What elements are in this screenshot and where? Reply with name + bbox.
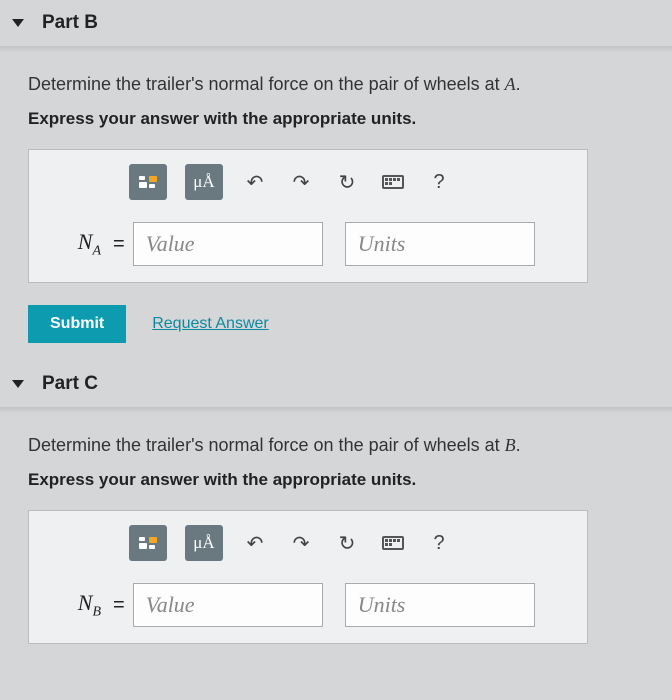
reset-icon: ↻ — [339, 531, 356, 556]
part-b-prompt-var: A — [505, 74, 516, 94]
templates-icon — [139, 537, 157, 549]
undo-icon: ↶ — [247, 531, 264, 556]
var-symbol: N — [78, 590, 93, 615]
part-b-prompt-suffix: . — [516, 74, 521, 94]
redo-button[interactable]: ↷ — [287, 168, 315, 196]
help-button[interactable]: ? — [425, 529, 453, 557]
submit-button[interactable]: Submit — [28, 305, 126, 343]
redo-icon: ↷ — [293, 531, 310, 556]
undo-icon: ↶ — [247, 170, 264, 195]
value-placeholder: Value — [146, 592, 195, 618]
undo-button[interactable]: ↶ — [241, 168, 269, 196]
templates-button[interactable] — [129, 525, 167, 561]
keyboard-icon — [382, 175, 404, 189]
mua-label: μÅ — [193, 533, 214, 553]
keyboard-button[interactable] — [379, 529, 407, 557]
units-input[interactable]: Units — [345, 583, 535, 627]
reset-icon: ↻ — [339, 170, 356, 195]
part-b-answer-box: μÅ ↶ ↷ ↻ ? NA = — [28, 149, 588, 283]
part-b-toolbar: μÅ ↶ ↷ ↻ ? — [129, 164, 571, 200]
equals-sign: = — [113, 233, 125, 256]
units-placeholder: Units — [358, 231, 406, 257]
units-placeholder: Units — [358, 592, 406, 618]
mua-label: μÅ — [193, 172, 214, 192]
part-b-prompt-prefix: Determine the trailer's normal force on … — [28, 74, 505, 94]
part-b-variable: NA — [45, 229, 101, 259]
part-c-header[interactable]: Part C — [0, 361, 672, 407]
part-b-actions: Submit Request Answer — [28, 305, 644, 343]
part-c-instruction: Express your answer with the appropriate… — [28, 470, 644, 490]
collapse-triangle-icon — [12, 19, 24, 27]
units-input[interactable]: Units — [345, 222, 535, 266]
part-b-body: Determine the trailer's normal force on … — [0, 52, 672, 361]
part-c-answer-box: μÅ ↶ ↷ ↻ ? NB = — [28, 510, 588, 644]
templates-icon — [139, 176, 157, 188]
var-sub: A — [92, 243, 101, 258]
equals-sign: = — [113, 594, 125, 617]
help-label: ? — [433, 171, 444, 194]
redo-button[interactable]: ↷ — [287, 529, 315, 557]
part-c-prompt: Determine the trailer's normal force on … — [28, 435, 644, 456]
part-b-inputs: NA = Value Units — [45, 222, 571, 266]
redo-icon: ↷ — [293, 170, 310, 195]
part-b-title: Part B — [42, 12, 98, 34]
part-c-variable: NB — [45, 590, 101, 620]
part-c-prompt-prefix: Determine the trailer's normal force on … — [28, 435, 505, 455]
keyboard-icon — [382, 536, 404, 550]
help-label: ? — [433, 532, 444, 555]
part-c-toolbar: μÅ ↶ ↷ ↻ ? — [129, 525, 571, 561]
keyboard-button[interactable] — [379, 168, 407, 196]
part-c-title: Part C — [42, 373, 98, 395]
part-b-instruction: Express your answer with the appropriate… — [28, 109, 644, 129]
part-b-prompt: Determine the trailer's normal force on … — [28, 74, 644, 95]
value-placeholder: Value — [146, 231, 195, 257]
collapse-triangle-icon — [12, 380, 24, 388]
undo-button[interactable]: ↶ — [241, 529, 269, 557]
value-input[interactable]: Value — [133, 222, 323, 266]
request-answer-link[interactable]: Request Answer — [152, 315, 269, 333]
reset-button[interactable]: ↻ — [333, 168, 361, 196]
part-c-body: Determine the trailer's normal force on … — [0, 413, 672, 662]
templates-button[interactable] — [129, 164, 167, 200]
help-button[interactable]: ? — [425, 168, 453, 196]
value-input[interactable]: Value — [133, 583, 323, 627]
part-b-header[interactable]: Part B — [0, 0, 672, 46]
var-sub: B — [92, 604, 101, 619]
var-symbol: N — [78, 229, 93, 254]
reset-button[interactable]: ↻ — [333, 529, 361, 557]
mua-button[interactable]: μÅ — [185, 525, 223, 561]
mua-button[interactable]: μÅ — [185, 164, 223, 200]
part-c-inputs: NB = Value Units — [45, 583, 571, 627]
part-c-prompt-var: B — [505, 435, 516, 455]
part-c-prompt-suffix: . — [516, 435, 521, 455]
